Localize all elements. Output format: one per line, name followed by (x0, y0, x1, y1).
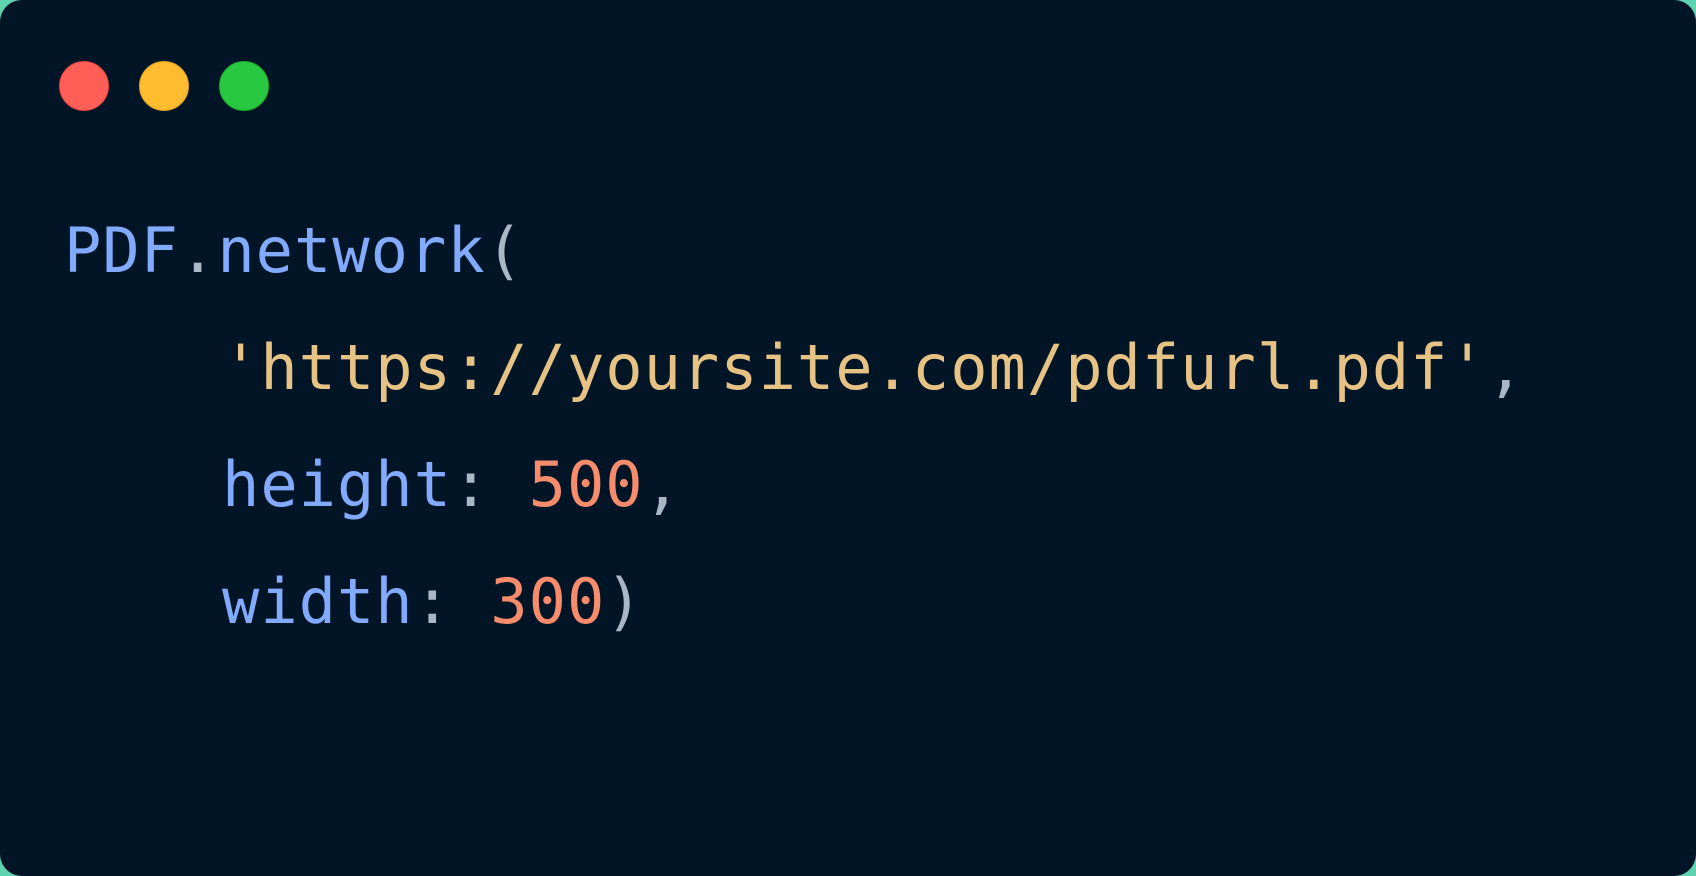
code-window: PDF.network('https://yoursite.com/pdfurl… (0, 0, 1696, 876)
minimize-dot-icon[interactable] (139, 61, 189, 111)
code-method: network (217, 214, 486, 287)
code-block: PDF.network( 'https://yoursite.com/pdfurl… (64, 214, 1525, 660)
code-height-value: 500 (528, 448, 644, 521)
code-comma: , (643, 448, 682, 521)
code-line-3: height: 500, (64, 426, 1525, 543)
code-width-value: 300 (490, 565, 606, 638)
code-line-2: 'https://yoursite.com/pdfurl.pdf', (64, 309, 1525, 426)
code-comma: , (1486, 331, 1526, 404)
code-open-paren: ( (485, 214, 524, 287)
code-close-paren: ) (605, 565, 644, 638)
code-colon: : (413, 565, 452, 638)
code-line-1: PDF.network( (64, 192, 1525, 309)
code-height-key: height (222, 448, 452, 521)
code-url-string: 'https://yoursite.com/pdfurl.pdf' (222, 331, 1487, 404)
close-dot-icon[interactable] (59, 61, 109, 111)
code-line-4: width: 300) (64, 543, 1525, 660)
code-object: PDF (64, 214, 179, 287)
code-colon: : (451, 448, 491, 521)
code-width-key: width (222, 565, 414, 638)
code-dot: . (178, 214, 218, 287)
maximize-dot-icon[interactable] (219, 61, 269, 111)
